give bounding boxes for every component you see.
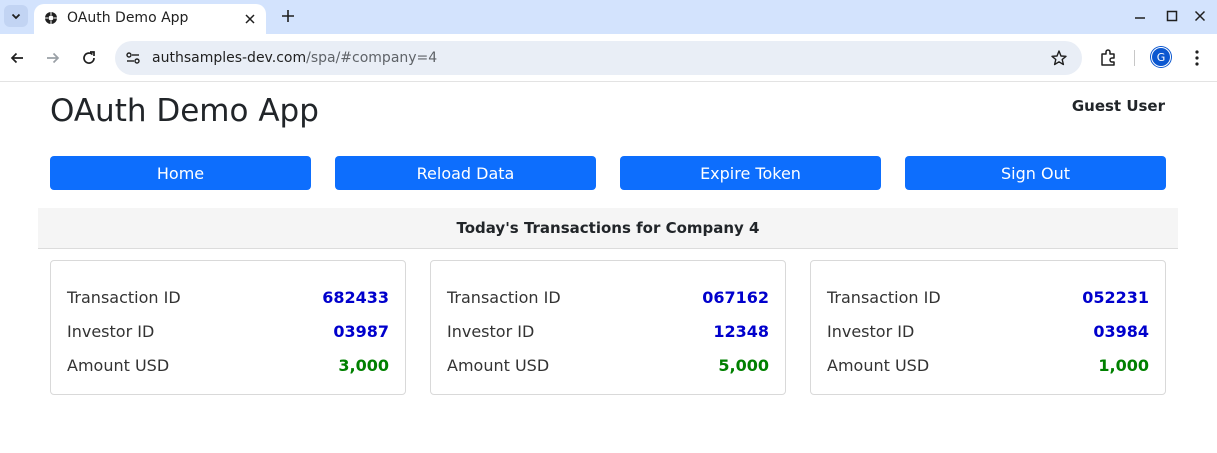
extensions-puzzle-icon[interactable] bbox=[1098, 48, 1118, 68]
transaction-id-row: Transaction ID 067162 bbox=[447, 288, 769, 312]
address-bar[interactable]: authsamples-dev.com/spa/#company=4 bbox=[115, 41, 1082, 75]
site-settings-icon[interactable] bbox=[123, 48, 143, 68]
investor-id-row: Investor ID 03987 bbox=[67, 322, 389, 346]
transactions-heading: Today's Transactions for Company 4 bbox=[38, 208, 1178, 249]
user-name: Guest User bbox=[1071, 97, 1165, 115]
amount-label: Amount USD bbox=[447, 356, 550, 375]
amount-row: Amount USD 5,000 bbox=[447, 356, 769, 380]
investor-id-label: Investor ID bbox=[827, 322, 915, 341]
menu-kebab-icon[interactable] bbox=[1189, 48, 1205, 68]
maximize-icon[interactable] bbox=[1162, 7, 1182, 25]
reload-data-button[interactable]: Reload Data bbox=[335, 156, 596, 190]
home-button[interactable]: Home bbox=[50, 156, 311, 190]
new-tab-icon[interactable] bbox=[278, 6, 298, 26]
url-path: /spa/#company=4 bbox=[306, 50, 438, 66]
amount-label: Amount USD bbox=[67, 356, 170, 375]
browser-toolbar: authsamples-dev.com/spa/#company=4 G bbox=[0, 34, 1217, 82]
transaction-id-row: Transaction ID 682433 bbox=[67, 288, 389, 312]
investor-id-row: Investor ID 03984 bbox=[827, 322, 1149, 346]
bookmark-star-icon[interactable] bbox=[1050, 49, 1068, 67]
expire-token-button[interactable]: Expire Token bbox=[620, 156, 881, 190]
transaction-card: Transaction ID 052231 Investor ID 03984 … bbox=[810, 260, 1166, 395]
amount-value: 1,000 bbox=[1098, 356, 1149, 375]
transaction-id-value: 067162 bbox=[702, 288, 769, 307]
amount-value: 5,000 bbox=[718, 356, 769, 375]
transaction-card: Transaction ID 682433 Investor ID 03987 … bbox=[50, 260, 406, 395]
minimize-icon[interactable] bbox=[1130, 7, 1150, 25]
url-host: authsamples-dev.com bbox=[152, 50, 307, 66]
page-content: OAuth Demo App Guest User Home Reload Da… bbox=[0, 83, 1217, 453]
transaction-id-value: 682433 bbox=[322, 288, 389, 307]
back-arrow-icon[interactable] bbox=[7, 48, 27, 68]
amount-row: Amount USD 1,000 bbox=[827, 356, 1149, 380]
profile-avatar[interactable]: G bbox=[1151, 47, 1171, 67]
amount-label: Amount USD bbox=[827, 356, 930, 375]
transaction-id-label: Transaction ID bbox=[67, 288, 181, 307]
favicon-icon bbox=[45, 12, 57, 24]
sign-out-button[interactable]: Sign Out bbox=[905, 156, 1166, 190]
tab-search-button[interactable] bbox=[4, 5, 28, 27]
investor-id-row: Investor ID 12348 bbox=[447, 322, 769, 346]
tab-title: OAuth Demo App bbox=[67, 10, 189, 26]
page-title: OAuth Demo App bbox=[50, 93, 319, 129]
investor-id-value: 03987 bbox=[333, 322, 389, 341]
browser-tab-active[interactable]: OAuth Demo App bbox=[34, 4, 266, 34]
investor-id-label: Investor ID bbox=[447, 322, 535, 341]
reload-icon[interactable] bbox=[79, 48, 99, 68]
transaction-id-label: Transaction ID bbox=[827, 288, 941, 307]
transaction-card: Transaction ID 067162 Investor ID 12348 … bbox=[430, 260, 786, 395]
nav-buttons: Home Reload Data Expire Token Sign Out bbox=[50, 156, 1166, 190]
tab-close-icon[interactable] bbox=[242, 11, 258, 27]
window-close-icon[interactable] bbox=[1190, 7, 1210, 25]
transaction-id-row: Transaction ID 052231 bbox=[827, 288, 1149, 312]
amount-value: 3,000 bbox=[338, 356, 389, 375]
url-text: authsamples-dev.com/spa/#company=4 bbox=[152, 50, 437, 66]
amount-row: Amount USD 3,000 bbox=[67, 356, 389, 380]
investor-id-label: Investor ID bbox=[67, 322, 155, 341]
investor-id-value: 03984 bbox=[1093, 322, 1149, 341]
forward-arrow-icon[interactable] bbox=[43, 48, 63, 68]
transactions-heading-text: Today's Transactions for Company 4 bbox=[456, 219, 760, 237]
toolbar-divider bbox=[1134, 50, 1135, 66]
chevron-down-icon bbox=[11, 13, 21, 20]
transaction-id-value: 052231 bbox=[1082, 288, 1149, 307]
browser-tabstrip: OAuth Demo App bbox=[0, 0, 1217, 34]
investor-id-value: 12348 bbox=[713, 322, 769, 341]
transaction-id-label: Transaction ID bbox=[447, 288, 561, 307]
